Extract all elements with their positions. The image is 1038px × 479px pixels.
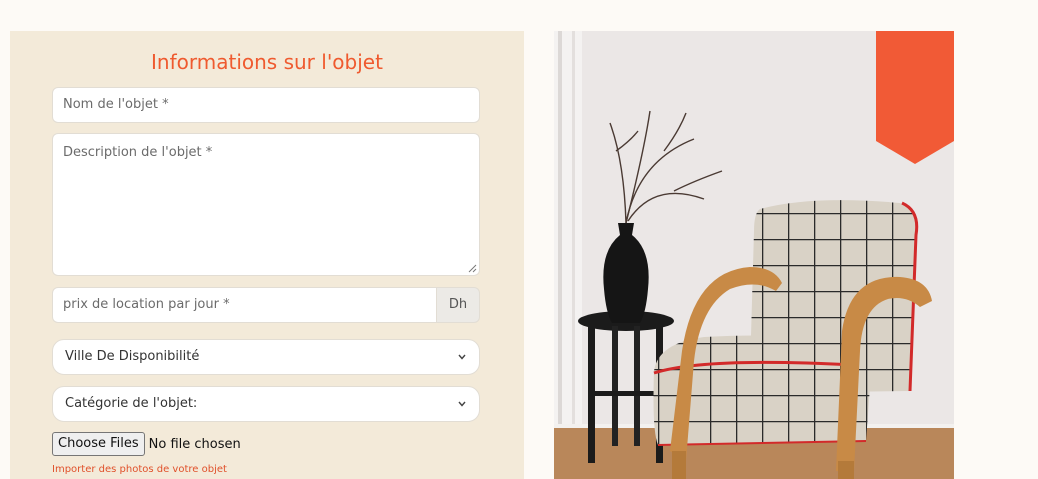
object-description-placeholder: Description de l'objet * <box>63 145 213 160</box>
object-form-panel: Informations sur l'objet Nom de l'objet … <box>10 31 524 479</box>
file-help-text: Importer des photos de votre objet <box>52 464 227 475</box>
city-select[interactable]: Ville De Disponibilité <box>52 339 480 375</box>
armchair-illustration <box>554 31 954 479</box>
chevron-down-icon <box>458 401 466 407</box>
price-input-group: prix de location par jour * Dh <box>52 287 480 323</box>
resize-grip-icon[interactable] <box>467 263 477 273</box>
price-unit-addon: Dh <box>436 287 480 323</box>
armchair-photo <box>554 31 954 479</box>
file-upload: Choose Files No file chosen <box>52 431 241 457</box>
category-select-value: Catégorie de l'objet: <box>65 396 198 411</box>
choose-files-button[interactable]: Choose Files <box>52 432 145 456</box>
form-title: Informations sur l'objet <box>151 50 383 74</box>
price-placeholder: prix de location par jour * <box>63 297 230 312</box>
object-name-placeholder: Nom de l'objet * <box>63 97 169 112</box>
chevron-down-icon <box>458 354 466 360</box>
file-status: No file chosen <box>148 436 241 452</box>
ribbon-banner <box>876 31 954 164</box>
object-description-textarea[interactable]: Description de l'objet * <box>52 133 480 276</box>
object-name-input[interactable]: Nom de l'objet * <box>52 87 480 123</box>
category-select[interactable]: Catégorie de l'objet: <box>52 386 480 422</box>
city-select-value: Ville De Disponibilité <box>65 349 200 364</box>
price-input[interactable]: prix de location par jour * <box>52 287 436 323</box>
